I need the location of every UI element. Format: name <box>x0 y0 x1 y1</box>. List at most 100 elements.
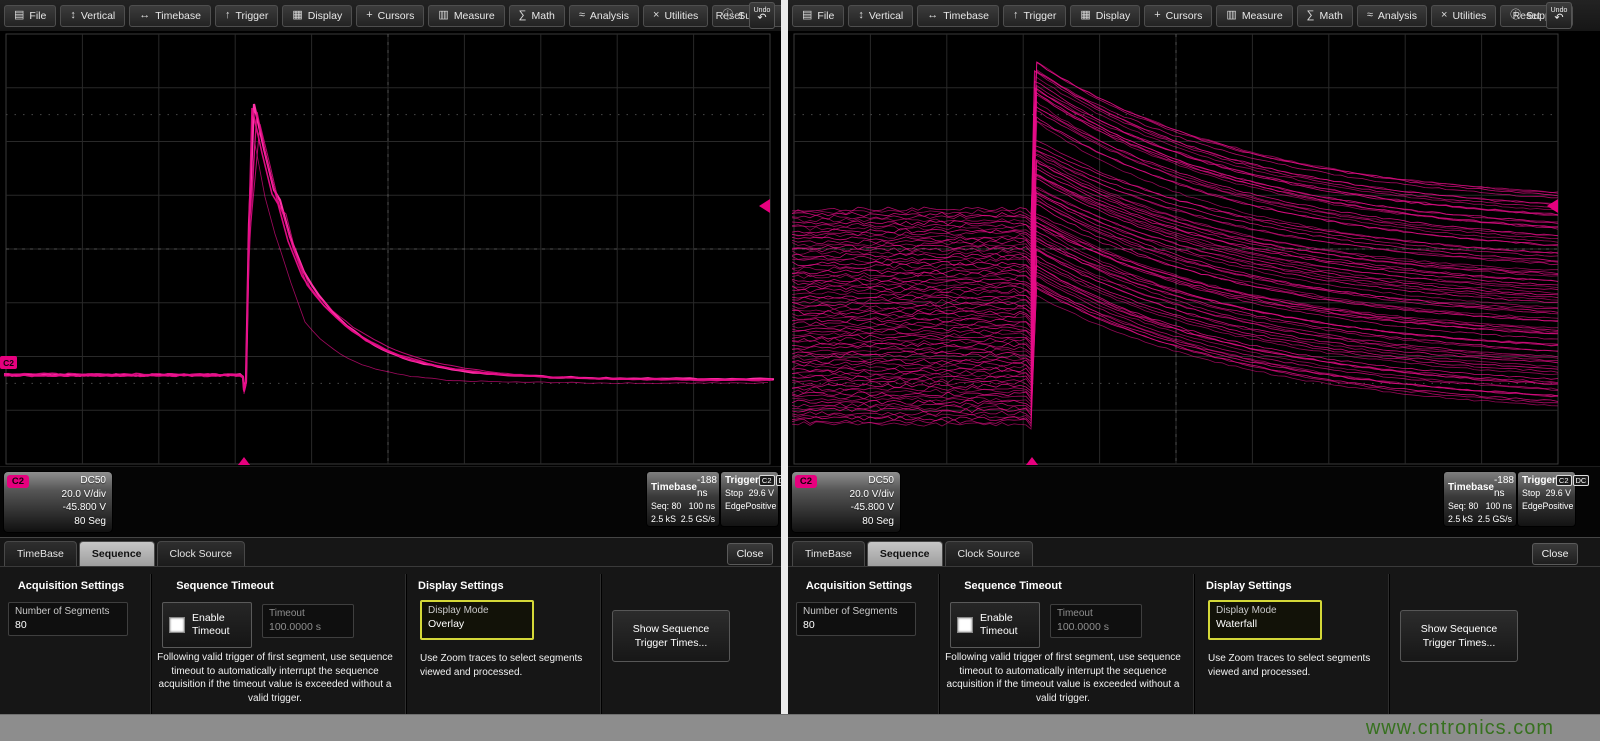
menu-button-file[interactable]: ▤File <box>4 5 56 27</box>
channel-offset: -45.800 V <box>6 501 106 515</box>
show-sequence-trigger-times-button[interactable]: Show Sequence Trigger Times... <box>612 610 730 662</box>
tab-timebase[interactable]: TimeBase <box>4 541 77 566</box>
menu-button-analysis[interactable]: ≈Analysis <box>1357 5 1427 27</box>
menu-button-timebase[interactable]: ↔Timebase <box>917 5 999 27</box>
timebase-rate: 2.5 GS/s <box>681 513 715 526</box>
watermark-bar: www.cntronics.com <box>0 714 1600 741</box>
menu-button-cursors[interactable]: +Cursors <box>356 5 424 27</box>
enable-timeout-button[interactable]: Enable Timeout <box>162 602 252 648</box>
channel-descriptor[interactable]: C2 DC50 20.0 V/div -45.800 V 80 Seg <box>4 472 112 532</box>
display-mode-value: Waterfall <box>1216 617 1314 631</box>
timeout-field[interactable]: Timeout 100.0000 s <box>1050 604 1142 638</box>
menu-button-label: Display <box>308 10 342 22</box>
menu-button-trigger[interactable]: ↑Trigger <box>1003 5 1066 27</box>
undo-button[interactable]: Undo ↶ <box>1546 2 1572 29</box>
reset-button[interactable]: Reset <box>716 10 743 22</box>
trigger-title: Trigger <box>1522 474 1556 487</box>
number-of-segments-field[interactable]: Number of Segments 80 <box>796 602 916 636</box>
trigger-type: Edge <box>1522 500 1543 513</box>
tab-clock-source[interactable]: Clock Source <box>945 541 1033 566</box>
sequence-timeout-note: Following valid trigger of first segment… <box>152 651 398 705</box>
menu-button-display[interactable]: ▦Display <box>1070 5 1140 27</box>
menu-button-label: Cursors <box>1166 10 1203 22</box>
display-mode-select[interactable]: Display Mode Waterfall <box>1208 600 1322 640</box>
trigger-level-marker[interactable] <box>759 199 770 213</box>
enable-timeout-button[interactable]: Enable Timeout <box>950 602 1040 648</box>
trigger-state: Stop <box>1522 487 1540 500</box>
timebase-descriptor[interactable]: Timebase -188 ns Seq: 80 100 ns 2.5 kS 2… <box>1444 472 1516 526</box>
trigger-descriptor[interactable]: Trigger C2 DC Stop 29.6 V Edge Positive <box>721 472 778 526</box>
menu-button-display[interactable]: ▦Display <box>282 5 352 27</box>
waveform-trace <box>792 62 1558 217</box>
menu-bar: ▤File↕Vertical↔Timebase↑Trigger▦Display+… <box>0 0 781 32</box>
menu-button-file[interactable]: ▤File <box>792 5 844 27</box>
close-button[interactable]: Close <box>727 543 773 565</box>
status-bar: C2 DC50 20.0 V/div -45.800 V 80 Seg Time… <box>788 466 1600 537</box>
timeout-field[interactable]: Timeout 100.0000 s <box>262 604 354 638</box>
timebase-window: 100 ns <box>689 500 715 513</box>
waveform-trace <box>792 63 1558 214</box>
enable-timeout-checkbox[interactable] <box>169 617 185 633</box>
channel-descriptor[interactable]: C2 DC50 20.0 V/div -45.800 V 80 Seg <box>792 472 900 532</box>
menu-button-math[interactable]: ∑Math <box>509 5 565 27</box>
timebase-rate: 2.5 GS/s <box>1478 513 1512 526</box>
trigger-time-marker[interactable] <box>238 457 250 465</box>
trigger-type: Edge <box>725 500 746 513</box>
trigger-level-marker[interactable] <box>1547 199 1558 213</box>
menu-button-measure[interactable]: ▥Measure <box>1216 5 1292 27</box>
timebase-window: 100 ns <box>1486 500 1512 513</box>
display-mode-select[interactable]: Display Mode Overlay <box>420 600 534 640</box>
menu-button-measure[interactable]: ▥Measure <box>428 5 504 27</box>
reset-button[interactable]: Reset <box>1513 10 1540 22</box>
trigger-descriptor[interactable]: Trigger C2 DC Stop 29.6 V Edge Positive <box>1518 472 1575 526</box>
menu-button-label: Display <box>1096 10 1130 22</box>
timebase-seq: Seq: 80 <box>1448 500 1478 513</box>
menu-button-label: Vertical <box>869 10 903 22</box>
math-icon: ∑ <box>519 10 527 21</box>
menu-button-math[interactable]: ∑Math <box>1297 5 1353 27</box>
channel-badge: C2 <box>795 475 817 488</box>
menu-button-utilities[interactable]: × Utilities <box>1431 5 1496 27</box>
undo-button[interactable]: Undo ↶ <box>749 2 775 29</box>
menu-button-vertical[interactable]: ↕Vertical <box>848 5 913 27</box>
utilities-icon: × <box>1441 10 1447 21</box>
waveform-display[interactable] <box>788 32 1600 466</box>
waveform-trace <box>792 95 1558 255</box>
enable-timeout-checkbox[interactable] <box>957 617 973 633</box>
channel-segments: 80 Seg <box>6 515 106 529</box>
analysis-icon: ≈ <box>579 10 585 21</box>
enable-timeout-label: Enable Timeout <box>192 612 238 638</box>
trigger-icon: ↑ <box>225 10 231 21</box>
menu-button-utilities[interactable]: ×Utilities <box>643 5 708 27</box>
trigger-source-badge: C2 <box>1556 475 1572 486</box>
channel-vdiv: 20.0 V/div <box>6 488 106 502</box>
show-sequence-trigger-times-button[interactable]: Show Sequence Trigger Times... <box>1400 610 1518 662</box>
menu-button-label: Timebase <box>943 10 989 22</box>
menu-button-timebase[interactable]: ↔Timebase <box>129 5 211 27</box>
channel-position-marker-label: C2 <box>3 358 14 368</box>
menu-button-cursors[interactable]: +Cursors <box>1144 5 1212 27</box>
menu-button-label: File <box>29 10 46 22</box>
channel-segments: 80 Seg <box>794 515 894 529</box>
waveform-display[interactable]: C2 <box>0 32 781 466</box>
menu-button-label: Utilities <box>1452 10 1486 22</box>
menu-button-vertical[interactable]: ↕Vertical <box>60 5 125 27</box>
timebase-descriptor[interactable]: Timebase -188 ns Seq: 80 100 ns 2.5 kS 2… <box>647 472 719 526</box>
display-settings-note: Use Zoom traces to select segments viewe… <box>1208 652 1384 679</box>
tab-sequence[interactable]: Sequence <box>79 541 155 566</box>
menu-button-label: Cursors <box>378 10 415 22</box>
menu-button-label: File <box>817 10 834 22</box>
close-button[interactable]: Close <box>1532 543 1578 565</box>
waveform-svg <box>788 32 1600 466</box>
number-of-segments-field[interactable]: Number of Segments 80 <box>8 602 128 636</box>
tab-sequence[interactable]: Sequence <box>867 541 943 566</box>
undo-icon: ↶ <box>1554 13 1563 24</box>
menu-button-analysis[interactable]: ≈Analysis <box>569 5 639 27</box>
tab-clock-source[interactable]: Clock Source <box>157 541 245 566</box>
trigger-time-marker[interactable] <box>1026 457 1038 465</box>
menu-button-trigger[interactable]: ↑Trigger <box>215 5 278 27</box>
menu-right-controls: Reset Undo ↶ <box>1513 0 1572 31</box>
tab-timebase[interactable]: TimeBase <box>792 541 865 566</box>
trigger-level: 29.6 V <box>1546 487 1571 500</box>
measure-icon: ▥ <box>1226 10 1236 21</box>
